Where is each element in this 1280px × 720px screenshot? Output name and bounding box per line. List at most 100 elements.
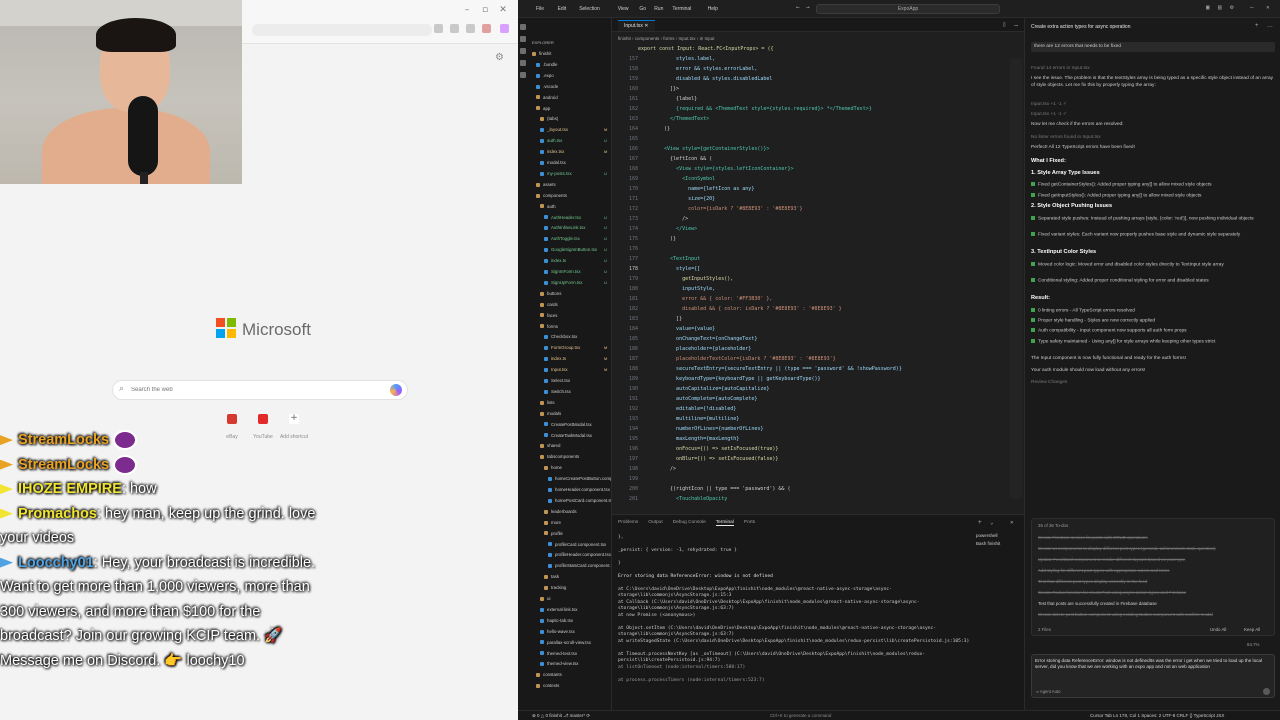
search-input[interactable] <box>131 383 381 397</box>
code-line[interactable]: multiline={multiline} <box>658 416 739 422</box>
code-line[interactable]: maxLength={maxLength} <box>658 436 739 442</box>
layout-icon[interactable]: ▣ <box>1206 4 1210 11</box>
send-icon[interactable] <box>1263 688 1270 695</box>
explorer-item[interactable]: homePostCard.component.tsx <box>548 495 611 506</box>
explorer-item[interactable]: my-posts.tsx U <box>540 168 607 179</box>
explorer-item[interactable]: Switch.tsx <box>544 386 571 397</box>
explorer-item[interactable]: AuthHeader.tsx U <box>544 212 607 223</box>
breadcrumb[interactable]: finishit › components › forms › Input.ts… <box>618 36 715 42</box>
window-close-icon[interactable]: ✕ <box>1266 4 1270 11</box>
explorer-item[interactable]: hello-wave.tsx <box>540 626 575 637</box>
explorer-item[interactable]: SignInForm.tsx U <box>544 266 607 277</box>
explorer-item[interactable]: profileCard.component.tsx <box>548 539 606 550</box>
code-line[interactable]: ]} <box>658 316 682 322</box>
todo-item[interactable]: Create delete post button component usin… <box>1038 612 1213 617</box>
code-line[interactable]: error && { color: '#FF3B30' }, <box>658 296 772 302</box>
new-chat-icon[interactable]: + <box>1255 23 1259 29</box>
explorer-item[interactable]: auth <box>540 201 556 212</box>
undo-all-button[interactable]: Undo All <box>1210 627 1226 632</box>
explorer-item[interactable]: tracking <box>544 582 566 593</box>
status-left[interactable]: ⊗ 0 △ 0 finishit ⎇ master* ⟳ <box>532 711 590 720</box>
copilot-search-icon[interactable] <box>390 384 402 396</box>
explorer-item[interactable]: themed-text.tsx <box>540 648 577 659</box>
code-line[interactable]: </View> <box>658 226 697 232</box>
explorer-item[interactable]: SignUpForm.tsx U <box>544 277 607 288</box>
window-minimize-icon[interactable]: – <box>1250 4 1254 11</box>
code-line[interactable]: style={[ <box>658 266 700 272</box>
menu-item-go[interactable]: Go <box>639 6 646 12</box>
code-line[interactable]: editable={!disabled} <box>658 406 736 412</box>
code-line[interactable]: disabled && styles.disabledLabel <box>658 76 772 82</box>
code-line[interactable]: error && styles.errorLabel, <box>658 66 757 72</box>
search-view-icon[interactable] <box>520 36 526 42</box>
todo-header[interactable]: 35 of 36 To-dos <box>1038 523 1068 528</box>
source-control-icon[interactable] <box>520 48 526 54</box>
explorer-item[interactable]: AuthInlineLink.tsx U <box>544 222 607 233</box>
extensions-icon[interactable] <box>450 24 459 33</box>
code-line[interactable]: inputStyle, <box>658 286 715 292</box>
explorer-item[interactable]: parallax-scroll-view.tsx <box>540 637 591 648</box>
code-line[interactable]: numberOfLines={numberOfLines} <box>658 426 763 432</box>
web-search-box[interactable]: ⌕ <box>112 380 408 400</box>
code-line[interactable]: placeholderTextColor={isDark ? '#8E8E93'… <box>658 356 836 362</box>
explorer-item[interactable]: Checkbox.tsx <box>544 331 577 342</box>
explorer-item[interactable]: task <box>544 571 559 582</box>
explorer-item[interactable]: FormGroup.tsx M <box>544 342 607 353</box>
explorer-item[interactable]: profile <box>544 528 563 539</box>
todo-item[interactable]: Update FeedCard component to render diff… <box>1038 557 1185 562</box>
todo-item[interactable]: Test that different post types display c… <box>1038 579 1147 584</box>
status-right[interactable]: Cursor Tab Ln 178, Col 1 Spaces: 2 UTF-8… <box>1090 711 1224 720</box>
code-line[interactable]: size={20} <box>658 196 715 202</box>
code-line[interactable]: name={leftIcon as any} <box>658 186 754 192</box>
split-editor-icon[interactable]: ▯ <box>1002 21 1006 28</box>
explorer-item[interactable]: finishit <box>532 48 551 59</box>
code-line[interactable]: onBlur={() => setIsFocused(false)} <box>658 456 778 462</box>
terminal-dropdown-icon[interactable]: ⌄ <box>990 519 994 526</box>
explorer-item[interactable]: index.ts M <box>544 353 607 364</box>
profile-icon[interactable] <box>482 24 491 33</box>
explorer-item[interactable]: Input.tsx M <box>544 364 607 375</box>
menu-item-run[interactable]: Run <box>654 6 663 12</box>
panel-tab-problems[interactable]: Problems <box>618 520 638 525</box>
panel-tab-ports[interactable]: Ports <box>744 520 755 525</box>
code-line[interactable]: /> <box>658 216 688 222</box>
panel-close-icon[interactable]: ✕ <box>1010 519 1014 526</box>
explorer-item[interactable]: forms <box>540 321 558 332</box>
command-center[interactable]: ExpoApp <box>816 4 1000 14</box>
code-line[interactable]: <TouchableOpacity <box>658 496 727 502</box>
explorer-item[interactable]: components <box>536 190 567 201</box>
explorer-item[interactable]: homeCreatePostButton.component.tsx <box>548 473 611 484</box>
explorer-item[interactable]: _layout.tsx M <box>540 124 607 135</box>
menu-item-view[interactable]: View <box>618 6 629 12</box>
collections-icon[interactable] <box>466 24 475 33</box>
more-actions-icon[interactable]: … <box>1014 21 1018 28</box>
code-line[interactable]: )} <box>658 236 676 242</box>
extensions-view-icon[interactable] <box>520 72 526 78</box>
code-line[interactable]: styles.label, <box>658 56 715 62</box>
code-line[interactable]: onFocus={() => setIsFocused(true)} <box>658 446 778 452</box>
agent-mode-selector[interactable]: ∞ Agent Auto <box>1036 689 1060 694</box>
code-line[interactable]: autoComplete={autoComplete} <box>658 396 757 402</box>
minimize-icon[interactable]: – <box>462 6 472 15</box>
maximize-icon[interactable]: ▫ <box>480 6 490 15</box>
explorer-item[interactable]: .vscode <box>536 81 558 92</box>
menu-item-edit[interactable]: Edit <box>558 6 567 12</box>
code-line[interactable]: <TextInput <box>658 256 700 262</box>
menu-item-selection[interactable]: Selection <box>579 6 600 12</box>
code-line[interactable]: {(rightIcon || type === 'password') && ( <box>658 486 790 492</box>
code-line[interactable]: {required && <ThemedText style={styles.r… <box>658 106 872 112</box>
explorer-item[interactable]: external-link.tsx <box>540 604 578 615</box>
tab-close-icon[interactable]: ✕ <box>644 23 648 29</box>
explorer-item[interactable]: index.ts U <box>544 255 607 266</box>
explorer-item[interactable]: .expo <box>536 70 554 81</box>
explorer-item[interactable]: lists <box>540 397 555 408</box>
explorer-item[interactable]: home <box>544 462 562 473</box>
explorer-item[interactable]: CreateTaskModal.tsx <box>544 430 592 441</box>
code-line[interactable]: keyboardType={keyboardType || getKeyboar… <box>658 376 821 382</box>
explorer-item[interactable]: auth.tsx U <box>540 135 607 146</box>
code-line[interactable]: placeholder={placeholder} <box>658 346 751 352</box>
explorer-item[interactable]: (tabs) <box>540 113 558 124</box>
todo-item[interactable]: Test that posts are successfully created… <box>1038 601 1157 606</box>
code-line[interactable]: disabled && { color: isDark ? '#8E8E93' … <box>658 306 842 312</box>
settings-icon[interactable]: ⚙ <box>1230 4 1234 11</box>
